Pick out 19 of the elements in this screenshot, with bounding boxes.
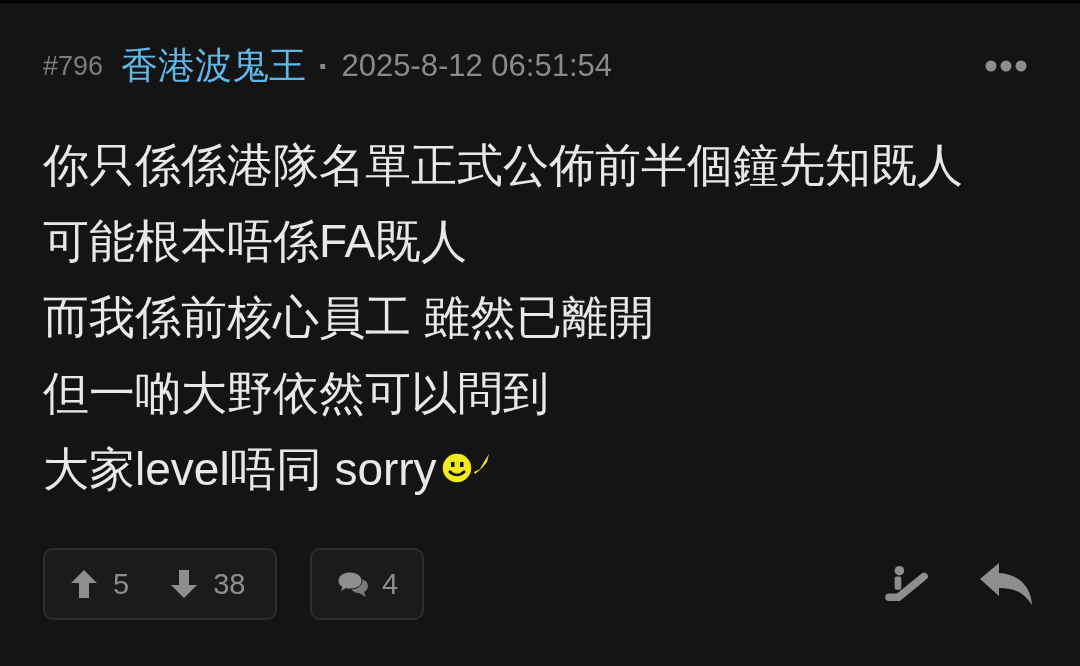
comments-button[interactable]: 4	[310, 548, 424, 620]
post-text-line: 可能根本唔係FA既人	[43, 214, 468, 269]
up-arrow-icon	[71, 570, 97, 598]
separator-dot: ·	[318, 46, 330, 86]
speech-bubbles-icon	[338, 571, 368, 597]
post-text-line: 但一啲大野依然可以問到	[43, 366, 549, 421]
reply-icon[interactable]	[980, 563, 1032, 605]
post-text-line: 而我係前核心員工 雖然已離開	[43, 290, 654, 345]
post-text-line: 大家level唔同 sorry	[43, 442, 437, 497]
smiley-icon	[440, 450, 491, 484]
post-number: #796	[43, 50, 104, 82]
upvote-button[interactable]: 5	[69, 563, 132, 605]
downvote-button[interactable]: 38	[169, 563, 248, 605]
post-text-line: 你只係係港隊名單正式公佈前半個鐘先知既人	[43, 138, 963, 193]
escalator-icon[interactable]	[884, 565, 930, 603]
down-arrow-icon	[171, 570, 198, 598]
author-name[interactable]: 香港波鬼王	[121, 41, 307, 91]
post-timestamp: 2025-8-12 06:51:54	[341, 48, 613, 84]
more-icon[interactable]	[985, 60, 1027, 72]
